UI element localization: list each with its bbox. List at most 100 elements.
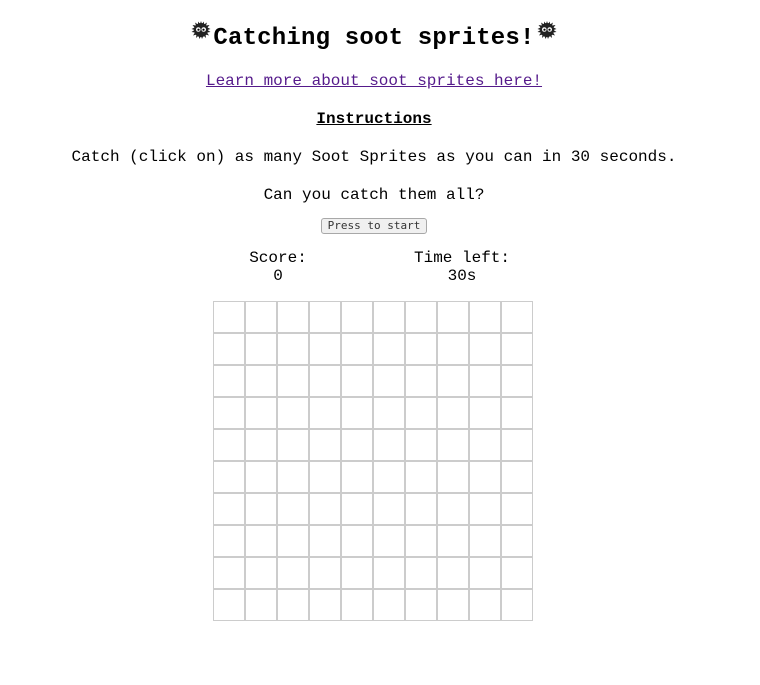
- grid-cell[interactable]: [278, 302, 308, 332]
- grid-cell[interactable]: [374, 430, 404, 460]
- grid-cell[interactable]: [214, 366, 244, 396]
- grid-cell[interactable]: [374, 526, 404, 556]
- grid-cell[interactable]: [342, 462, 372, 492]
- grid-cell[interactable]: [342, 558, 372, 588]
- grid-cell[interactable]: [502, 334, 532, 364]
- grid-cell[interactable]: [502, 366, 532, 396]
- grid-cell[interactable]: [310, 366, 340, 396]
- grid-cell[interactable]: [246, 334, 276, 364]
- grid-cell[interactable]: [374, 494, 404, 524]
- grid-cell[interactable]: [310, 462, 340, 492]
- grid-cell[interactable]: [246, 398, 276, 428]
- grid-cell[interactable]: [246, 430, 276, 460]
- grid-cell[interactable]: [438, 334, 468, 364]
- grid-cell[interactable]: [310, 430, 340, 460]
- grid-cell[interactable]: [438, 462, 468, 492]
- grid-cell[interactable]: [278, 398, 308, 428]
- grid-cell[interactable]: [438, 398, 468, 428]
- grid-cell[interactable]: [406, 462, 436, 492]
- grid-cell[interactable]: [502, 398, 532, 428]
- grid-cell[interactable]: [374, 558, 404, 588]
- grid-cell[interactable]: [406, 334, 436, 364]
- grid-cell[interactable]: [310, 526, 340, 556]
- grid-cell[interactable]: [214, 334, 244, 364]
- learn-more-link[interactable]: Learn more about soot sprites here!: [206, 72, 542, 90]
- grid-cell[interactable]: [278, 430, 308, 460]
- grid-cell[interactable]: [470, 366, 500, 396]
- grid-cell[interactable]: [438, 430, 468, 460]
- grid-cell[interactable]: [470, 302, 500, 332]
- grid-cell[interactable]: [502, 430, 532, 460]
- grid-cell[interactable]: [278, 590, 308, 620]
- grid-cell[interactable]: [342, 302, 372, 332]
- grid-cell[interactable]: [438, 494, 468, 524]
- grid-cell[interactable]: [502, 526, 532, 556]
- grid-cell[interactable]: [342, 526, 372, 556]
- grid-cell[interactable]: [214, 398, 244, 428]
- grid-cell[interactable]: [374, 590, 404, 620]
- grid-cell[interactable]: [406, 494, 436, 524]
- grid-cell[interactable]: [406, 558, 436, 588]
- grid-cell[interactable]: [246, 462, 276, 492]
- grid-cell[interactable]: [374, 366, 404, 396]
- grid-cell[interactable]: [246, 494, 276, 524]
- grid-cell[interactable]: [214, 558, 244, 588]
- grid-cell[interactable]: [374, 398, 404, 428]
- grid-cell[interactable]: [438, 558, 468, 588]
- grid-cell[interactable]: [470, 462, 500, 492]
- grid-cell[interactable]: [246, 558, 276, 588]
- grid-cell[interactable]: [438, 590, 468, 620]
- grid-cell[interactable]: [438, 302, 468, 332]
- grid-cell[interactable]: [214, 462, 244, 492]
- grid-cell[interactable]: [438, 526, 468, 556]
- grid-cell[interactable]: [310, 398, 340, 428]
- grid-cell[interactable]: [310, 494, 340, 524]
- grid-cell[interactable]: [374, 302, 404, 332]
- grid-cell[interactable]: [214, 590, 244, 620]
- grid-cell[interactable]: [502, 558, 532, 588]
- grid-cell[interactable]: [246, 590, 276, 620]
- grid-cell[interactable]: [406, 398, 436, 428]
- grid-cell[interactable]: [438, 366, 468, 396]
- grid-cell[interactable]: [278, 366, 308, 396]
- grid-cell[interactable]: [214, 430, 244, 460]
- grid-cell[interactable]: [342, 430, 372, 460]
- grid-cell[interactable]: [502, 302, 532, 332]
- grid-cell[interactable]: [342, 334, 372, 364]
- grid-cell[interactable]: [470, 526, 500, 556]
- grid-cell[interactable]: [406, 430, 436, 460]
- grid-cell[interactable]: [406, 302, 436, 332]
- grid-cell[interactable]: [342, 398, 372, 428]
- grid-cell[interactable]: [502, 494, 532, 524]
- grid-cell[interactable]: [342, 590, 372, 620]
- grid-cell[interactable]: [278, 462, 308, 492]
- grid-cell[interactable]: [214, 302, 244, 332]
- grid-cell[interactable]: [278, 334, 308, 364]
- grid-cell[interactable]: [470, 558, 500, 588]
- grid-cell[interactable]: [470, 334, 500, 364]
- grid-cell[interactable]: [310, 558, 340, 588]
- grid-cell[interactable]: [406, 526, 436, 556]
- grid-cell[interactable]: [342, 494, 372, 524]
- grid-cell[interactable]: [502, 462, 532, 492]
- grid-cell[interactable]: [470, 494, 500, 524]
- grid-cell[interactable]: [278, 558, 308, 588]
- grid-cell[interactable]: [470, 430, 500, 460]
- grid-cell[interactable]: [374, 462, 404, 492]
- grid-cell[interactable]: [502, 590, 532, 620]
- grid-cell[interactable]: [310, 334, 340, 364]
- grid-cell[interactable]: [278, 526, 308, 556]
- grid-cell[interactable]: [214, 494, 244, 524]
- grid-cell[interactable]: [278, 494, 308, 524]
- grid-cell[interactable]: [406, 366, 436, 396]
- grid-cell[interactable]: [246, 366, 276, 396]
- grid-cell[interactable]: [246, 526, 276, 556]
- grid-cell[interactable]: [374, 334, 404, 364]
- grid-cell[interactable]: [470, 398, 500, 428]
- grid-cell[interactable]: [406, 590, 436, 620]
- grid-cell[interactable]: [470, 590, 500, 620]
- grid-cell[interactable]: [342, 366, 372, 396]
- grid-cell[interactable]: [246, 302, 276, 332]
- grid-cell[interactable]: [214, 526, 244, 556]
- start-button[interactable]: Press to start: [320, 217, 428, 234]
